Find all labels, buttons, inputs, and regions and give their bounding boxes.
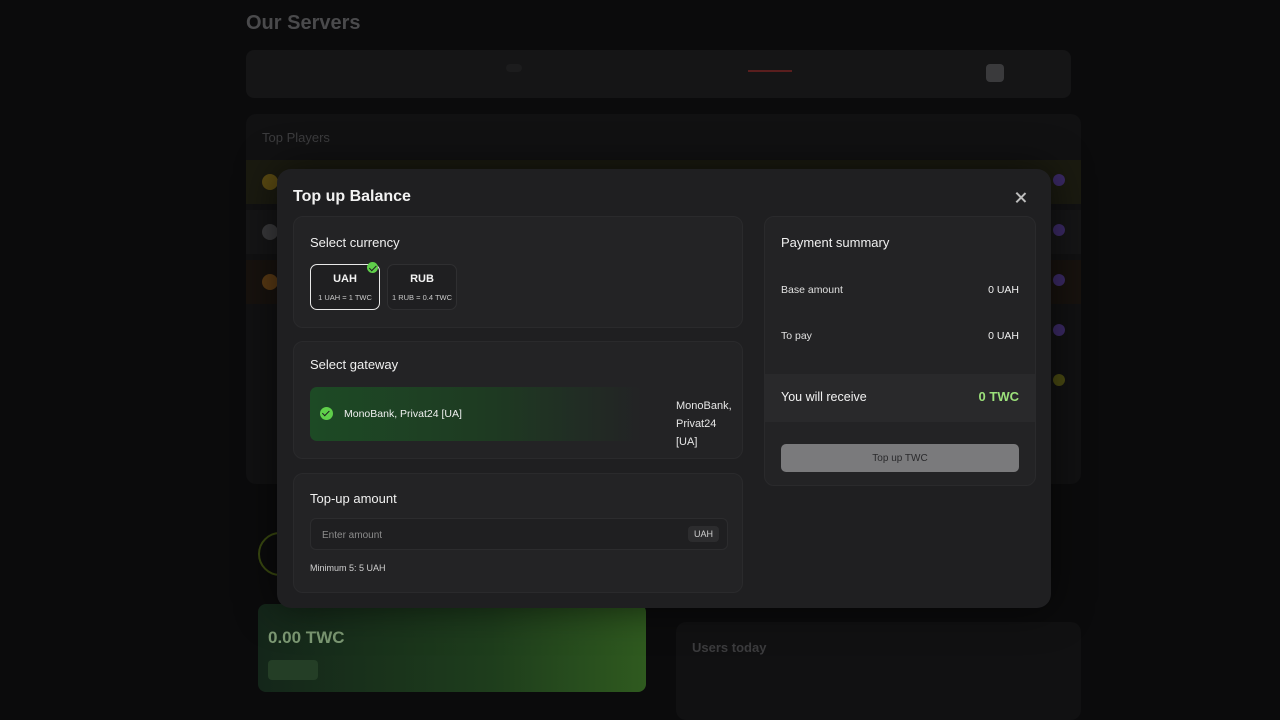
- currency-code: RUB: [410, 273, 434, 285]
- close-icon[interactable]: [1012, 189, 1030, 207]
- gateway-title: Select gateway: [310, 357, 399, 372]
- to-pay-label: To pay: [781, 330, 812, 342]
- rank-icon: [1053, 274, 1065, 286]
- silver-medal-icon: [262, 224, 278, 240]
- currency-rate: 1 UAH = 1 TWC: [318, 293, 372, 302]
- currency-card: Select currency UAH 1 UAH = 1 TWC RUB 1 …: [293, 216, 743, 328]
- gold-medal-icon: [262, 174, 278, 190]
- rank-icon: [1053, 224, 1065, 236]
- server-connect-icon: [986, 64, 1004, 82]
- rank-icon: [1053, 324, 1065, 336]
- receive-value: 0 TWC: [978, 389, 1019, 404]
- payment-summary-card: Payment summary Base amount 0 UAH To pay…: [764, 216, 1036, 486]
- receive-row: You will receive 0 TWC: [765, 374, 1035, 422]
- currency-option-uah[interactable]: UAH 1 UAH = 1 TWC: [310, 262, 380, 310]
- base-amount-label: Base amount: [781, 284, 843, 296]
- summary-title: Payment summary: [781, 235, 890, 250]
- amount-unit: UAH: [687, 526, 719, 542]
- amount-card: Top-up amount UAH Minimum 5: 5 UAH: [293, 473, 743, 593]
- balance-button: [268, 660, 318, 680]
- check-icon: [320, 407, 333, 420]
- balance-value: 0.00 TWC: [268, 628, 345, 647]
- users-today-label: Users today: [692, 640, 767, 655]
- users-today-panel: Users today: [676, 622, 1081, 720]
- receive-label: You will receive: [781, 390, 867, 404]
- check-icon: [367, 262, 378, 273]
- top-up-modal: Top up Balance Select currency UAH 1 UAH…: [277, 169, 1051, 608]
- gateway-option-monobank[interactable]: MonoBank, Privat24 [UA]: [310, 387, 642, 441]
- amount-title: Top-up amount: [310, 491, 397, 506]
- gateway-card: Select gateway MonoBank, Privat24 [UA] M…: [293, 341, 743, 459]
- to-pay-row: To pay 0 UAH: [781, 330, 1019, 342]
- server-players: [748, 66, 792, 72]
- currency-option-rub[interactable]: RUB 1 RUB = 0.4 TWC: [387, 264, 457, 310]
- server-row: [246, 50, 1071, 98]
- rank-icon: [1053, 174, 1065, 186]
- to-pay-value: 0 UAH: [988, 330, 1019, 342]
- amount-field[interactable]: UAH: [310, 518, 728, 551]
- modal-title: Top up Balance: [293, 188, 411, 205]
- amount-minimum: Minimum 5: 5 UAH: [310, 563, 386, 573]
- rank-icon: [1053, 374, 1065, 386]
- base-amount-row: Base amount 0 UAH: [781, 284, 1019, 296]
- top-up-button[interactable]: Top up TWC: [781, 444, 1019, 472]
- balance-card: 0.00 TWC: [258, 604, 646, 692]
- server-map: [506, 64, 522, 72]
- currency-code: UAH: [333, 273, 357, 285]
- top-players-label: Top Players: [262, 130, 330, 145]
- gateway-side-label: MonoBank, Privat24 [UA]: [676, 400, 732, 448]
- page-title: Our Servers: [246, 12, 361, 34]
- gateway-name: MonoBank, Privat24 [UA]: [344, 408, 462, 420]
- currency-title: Select currency: [310, 235, 400, 250]
- amount-input[interactable]: [320, 519, 654, 551]
- bronze-medal-icon: [262, 274, 278, 290]
- base-amount-value: 0 UAH: [988, 284, 1019, 296]
- currency-rate: 1 RUB = 0.4 TWC: [391, 293, 453, 302]
